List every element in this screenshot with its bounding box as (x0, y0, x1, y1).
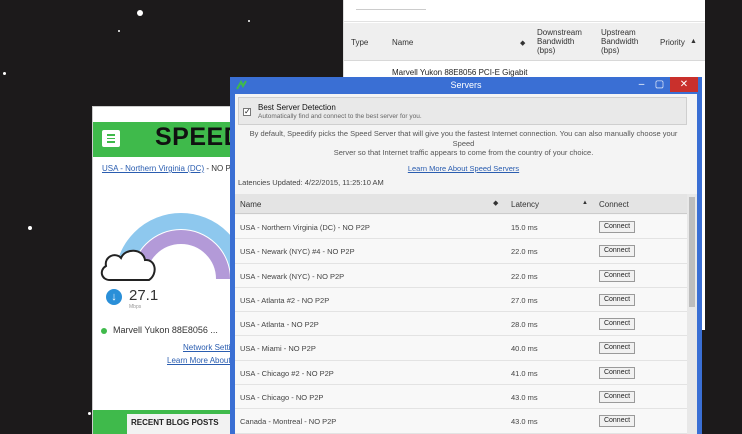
col-priority[interactable]: Priority (660, 38, 685, 47)
col-latency[interactable]: Latency (511, 200, 539, 209)
server-row[interactable]: USA - Newark (NYC) #4 - NO P2P 22.0 ms Con… (235, 239, 687, 264)
servers-dialog: Servers – ▢ ✕ ✓ Best Server Detection Au… (230, 77, 702, 434)
best-server-checkbox[interactable]: ✓ (243, 108, 251, 116)
col-type[interactable]: Type (351, 38, 368, 47)
background-star (3, 72, 6, 75)
server-latency: 43.0 ms (511, 417, 538, 427)
best-server-panel: ✓ Best Server Detection Automatically fi… (238, 97, 687, 125)
servers-list: USA - Northern Virginia (DC) - NO P2P 15.… (235, 215, 687, 434)
best-server-title: Best Server Detection (258, 103, 336, 112)
status-dot (101, 327, 107, 334)
scrollbar-thumb[interactable] (689, 197, 695, 307)
connect-button[interactable]: Connect (599, 245, 635, 258)
background-star (248, 20, 250, 22)
description-line-2: Server so that Internet traffic appears … (333, 148, 594, 157)
servers-scrollbar[interactable] (687, 194, 697, 434)
adapter-status-label: Marvell Yukon 88E8056 ... (113, 325, 218, 335)
server-row[interactable]: USA - Atlanta - NO P2P 28.0 ms Connect (235, 312, 687, 337)
menu-button[interactable] (102, 130, 120, 147)
sort-icon: ◆ (493, 200, 499, 207)
sort-icon: ◆ (520, 40, 526, 47)
col-downstream[interactable]: Downstream Bandwidth (bps) (537, 28, 589, 55)
download-icon: ↓ (106, 289, 122, 305)
server-description: By default, Speedify picks the Speed Ser… (238, 129, 689, 158)
col-name[interactable]: Name (392, 38, 413, 47)
learn-more-link[interactable]: Learn More About (167, 356, 231, 365)
blog-header: RECENT BLOG POSTS (127, 414, 233, 434)
server-latency: 27.0 ms (511, 295, 538, 305)
server-name: USA - Newark (NYC) #4 - NO P2P (240, 247, 355, 257)
connect-button[interactable]: Connect (599, 391, 635, 404)
speed-unit: Mbps (129, 304, 142, 310)
current-server: USA - Northern Virginia (DC) - NO P2P (102, 164, 233, 173)
speedify-app-window: SPEED USA - Northern Virginia (DC) - NO … (93, 107, 233, 434)
connect-button[interactable]: Connect (599, 293, 635, 306)
server-row[interactable]: USA - Chicago #2 - NO P2P 41.0 ms Connect (235, 360, 687, 386)
best-server-subtitle: Automatically find and connect to the be… (258, 113, 422, 120)
server-location-link[interactable]: USA - Northern Virginia (DC) (102, 164, 204, 173)
col-upstream[interactable]: Upstream Bandwidth (bps) (601, 28, 651, 55)
close-button[interactable]: ✕ (670, 77, 698, 92)
download-speed: 27.1 (129, 287, 159, 304)
latencies-updated: Latencies Updated: 4/22/2015, 11:25:10 A… (238, 178, 384, 187)
server-name: Canada - Montreal - NO P2P (240, 417, 337, 427)
background-star (118, 30, 120, 32)
server-row[interactable]: USA - Northern Virginia (DC) - NO P2P 15.… (235, 215, 687, 240)
blog-bar: RECENT BLOG POSTS (93, 410, 233, 434)
server-latency: 28.0 ms (511, 320, 538, 330)
maximize-button[interactable]: ▢ (651, 77, 668, 92)
col-server-name[interactable]: Name (240, 200, 261, 209)
connect-button[interactable]: Connect (599, 269, 635, 282)
server-latency: 40.0 ms (511, 344, 538, 354)
background-star (137, 10, 143, 16)
server-name: USA - Chicago - NO P2P (240, 393, 324, 403)
server-row[interactable]: USA - Miami - NO P2P 40.0 ms Connect (235, 336, 687, 361)
connect-button[interactable]: Connect (599, 366, 635, 379)
server-latency: 22.0 ms (511, 271, 538, 281)
connect-button[interactable]: Connect (599, 221, 635, 233)
adapter-toolbar (344, 0, 705, 22)
connect-button[interactable]: Connect (599, 415, 635, 428)
server-name: USA - Northern Virginia (DC) - NO P2P (240, 223, 370, 232)
server-name: USA - Atlanta - NO P2P (240, 320, 319, 330)
dialog-titlebar[interactable]: Servers – ▢ ✕ (230, 77, 702, 94)
connect-button[interactable]: Connect (599, 342, 635, 355)
network-settings-link[interactable]: Network Setti (183, 343, 231, 352)
background-star (88, 412, 91, 415)
background-star (28, 226, 32, 230)
server-row[interactable]: USA - Newark (NYC) - NO P2P 22.0 ms Connec… (235, 263, 687, 288)
servers-table-header: Name ◆ Latency ▲ Connect (235, 194, 687, 214)
dialog-title: Servers (450, 80, 482, 90)
server-name: USA - Miami - NO P2P (240, 344, 316, 354)
server-latency: 43.0 ms (511, 393, 538, 403)
connect-button[interactable]: Connect (599, 318, 635, 331)
app-brand: SPEED (155, 123, 233, 151)
col-connect: Connect (599, 200, 629, 209)
server-latency: 15.0 ms (511, 223, 538, 232)
server-name: USA - Chicago #2 - NO P2P (240, 368, 334, 378)
learn-more-servers-link[interactable]: Learn More About Speed Servers (238, 164, 689, 173)
server-latency: 41.0 ms (511, 368, 538, 378)
sort-up-icon: ▲ (690, 38, 697, 45)
adapter-table-header: Type Name ◆ Downstream Bandwidth (bps) U… (344, 23, 705, 61)
server-row[interactable]: USA - Chicago - NO P2P 43.0 ms Connect (235, 385, 687, 410)
server-name: USA - Newark (NYC) - NO P2P (240, 271, 345, 281)
minimize-button[interactable]: – (633, 77, 650, 92)
adapter-status: Marvell Yukon 88E8056 ... (101, 325, 218, 335)
description-line-1: By default, Speedify picks the Speed Ser… (249, 129, 678, 148)
server-row[interactable]: Canada - Montreal - NO P2P 43.0 ms Connect (235, 409, 687, 434)
server-latency: 22.0 ms (511, 247, 538, 257)
sort-up-icon: ▲ (582, 200, 588, 206)
dialog-body: ✓ Best Server Detection Automatically fi… (235, 94, 697, 434)
server-suffix: - NO P2P (206, 164, 233, 173)
adapter-name: Marvell Yukon 88E8056 PCI-E Gigabit (392, 68, 528, 77)
server-name: USA - Atlanta #2 - NO P2P (240, 295, 330, 305)
cloud-icon (100, 249, 156, 281)
server-row[interactable]: USA - Atlanta #2 - NO P2P 27.0 ms Connect (235, 287, 687, 313)
